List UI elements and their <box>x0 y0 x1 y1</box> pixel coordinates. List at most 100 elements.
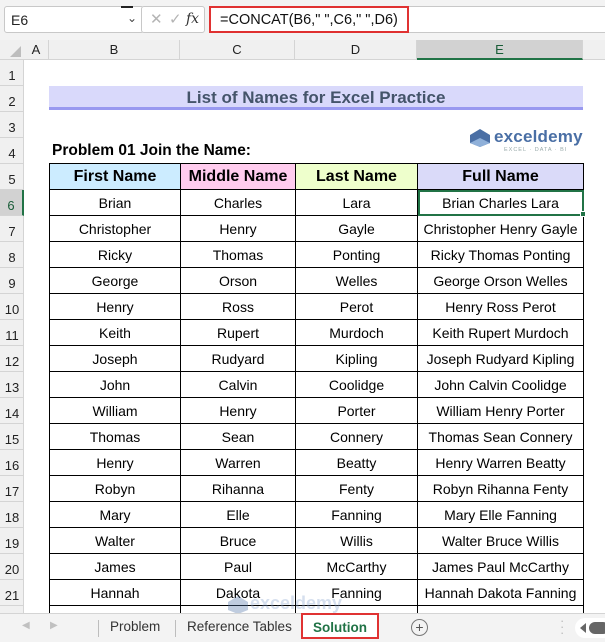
cell-last-name[interactable]: Porter <box>295 397 418 424</box>
cell-first-name[interactable]: Christopher <box>49 215 181 242</box>
cell-first-name[interactable]: William <box>49 397 181 424</box>
cell-first-name[interactable]: Robyn <box>49 475 181 502</box>
row-header-19[interactable]: 19 <box>0 528 24 554</box>
header-first-name[interactable]: First Name <box>49 163 181 190</box>
row-header-3[interactable]: 3 <box>0 112 24 138</box>
cell-last-name[interactable]: Beatty <box>295 449 418 476</box>
fill-handle[interactable] <box>580 211 586 217</box>
cell-middle-name[interactable]: Paul <box>180 553 296 580</box>
cell-last-name[interactable]: Perot <box>295 293 418 320</box>
row-header-17[interactable]: 17 <box>0 476 24 502</box>
cell-middle-name[interactable]: Warren <box>180 449 296 476</box>
horizontal-scrollbar[interactable] <box>575 618 605 638</box>
cell-first-name[interactable]: Brian <box>49 189 181 216</box>
row-header-5[interactable]: 5 <box>0 164 24 190</box>
row-header-9[interactable]: 9 <box>0 268 24 294</box>
insert-function-icon[interactable]: fx <box>186 11 199 27</box>
cell-middle-name[interactable]: Henry <box>180 215 296 242</box>
cell-full-name[interactable]: Henry Warren Beatty <box>417 449 584 476</box>
more-options-icon[interactable]: · · · <box>560 614 564 639</box>
cell-first-name[interactable]: James <box>49 553 181 580</box>
cell-middle-name[interactable]: Thomas <box>180 241 296 268</box>
cell-full-name[interactable]: Brian Charles Lara <box>417 189 584 216</box>
cell-full-name[interactable]: Hannah Dakota Fanning <box>417 579 584 606</box>
header-middle-name[interactable]: Middle Name <box>180 163 296 190</box>
tab-problem[interactable]: Problem <box>110 614 160 640</box>
column-header-c[interactable]: C <box>180 40 295 60</box>
row-header-21[interactable]: 21 <box>0 580 24 606</box>
row-header-6[interactable]: 6 <box>0 190 24 216</box>
cell-middle-name[interactable]: Rupert <box>180 319 296 346</box>
cell-last-name[interactable]: Ponting <box>295 241 418 268</box>
header-last-name[interactable]: Last Name <box>295 163 418 190</box>
row-header-16[interactable]: 16 <box>0 450 24 476</box>
cell-middle-name[interactable]: Orson <box>180 267 296 294</box>
column-header-a[interactable]: A <box>24 40 49 60</box>
row-header-15[interactable]: 15 <box>0 424 24 450</box>
cell-last-name[interactable]: Coolidge <box>295 371 418 398</box>
cell-middle-name[interactable]: Ross <box>180 293 296 320</box>
cell-middle-name[interactable]: Rihanna <box>180 475 296 502</box>
scroll-left-icon[interactable] <box>580 623 586 633</box>
cell-full-name[interactable]: Ricky Thomas Ponting <box>417 241 584 268</box>
row-header-12[interactable]: 12 <box>0 346 24 372</box>
cell-full-name[interactable]: William Henry Porter <box>417 397 584 424</box>
cell-first-name[interactable]: George <box>49 267 181 294</box>
cell-full-name[interactable]: Walter Bruce Willis <box>417 527 584 554</box>
cell-last-name[interactable]: Murdoch <box>295 319 418 346</box>
cell-last-name[interactable]: Fenty <box>295 475 418 502</box>
row-header-18[interactable]: 18 <box>0 502 24 528</box>
cell-last-name[interactable]: Lara <box>295 189 418 216</box>
cell-middle-name[interactable]: Charles <box>180 189 296 216</box>
cell-full-name[interactable]: Thomas Sean Connery <box>417 423 584 450</box>
cell-first-name[interactable]: Joseph <box>49 345 181 372</box>
cell-last-name[interactable]: Willis <box>295 527 418 554</box>
column-header-b[interactable]: B <box>49 40 180 60</box>
row-header-7[interactable]: 7 <box>0 216 24 242</box>
cell-first-name[interactable]: Ricky <box>49 241 181 268</box>
cell-middle-name[interactable]: Henry <box>180 397 296 424</box>
cell-first-name[interactable]: Keith <box>49 319 181 346</box>
tab-solution[interactable]: Solution <box>301 613 379 639</box>
scroll-tabs-right-icon[interactable]: ▶ <box>50 620 58 631</box>
chevron-down-icon[interactable]: ⌄ <box>127 11 137 25</box>
cell-middle-name[interactable]: Sean <box>180 423 296 450</box>
cell-full-name[interactable]: James Paul McCarthy <box>417 553 584 580</box>
tab-reference-tables[interactable]: Reference Tables <box>187 614 292 640</box>
header-full-name[interactable]: Full Name <box>417 163 584 190</box>
cell-first-name[interactable]: Henry <box>49 449 181 476</box>
cell-middle-name[interactable]: Bruce <box>180 527 296 554</box>
name-box[interactable]: E6 ⌄ <box>4 6 144 33</box>
row-header-1[interactable]: 1 <box>0 60 24 86</box>
cell-full-name[interactable]: John Calvin Coolidge <box>417 371 584 398</box>
cell-first-name[interactable]: Henry <box>49 293 181 320</box>
cell-last-name[interactable]: Connery <box>295 423 418 450</box>
cell-full-name[interactable]: Christopher Henry Gayle <box>417 215 584 242</box>
cell-first-name[interactable]: Hannah <box>49 579 181 606</box>
enter-icon[interactable]: ✓ <box>169 10 182 28</box>
cell-first-name[interactable]: John <box>49 371 181 398</box>
cell-full-name[interactable]: Joseph Rudyard Kipling <box>417 345 584 372</box>
column-header-d[interactable]: D <box>295 40 417 60</box>
cell-middle-name[interactable]: Calvin <box>180 371 296 398</box>
row-header-10[interactable]: 10 <box>0 294 24 320</box>
scroll-tabs-left-icon[interactable]: ◀ <box>22 620 30 631</box>
row-header-13[interactable]: 13 <box>0 372 24 398</box>
row-header-11[interactable]: 11 <box>0 320 24 346</box>
cell-middle-name[interactable]: Elle <box>180 501 296 528</box>
row-header-2[interactable]: 2 <box>0 86 24 112</box>
formula-input[interactable]: =CONCAT(B6," ",C6," ",D6) <box>209 6 409 33</box>
cell-full-name[interactable]: Robyn Rihanna Fenty <box>417 475 584 502</box>
cell-last-name[interactable]: McCarthy <box>295 553 418 580</box>
cell-last-name[interactable]: Gayle <box>295 215 418 242</box>
cell-full-name[interactable]: Mary Elle Fanning <box>417 501 584 528</box>
add-sheet-icon[interactable]: + <box>411 619 428 636</box>
cell-middle-name[interactable]: Rudyard <box>180 345 296 372</box>
row-header-8[interactable]: 8 <box>0 242 24 268</box>
cell-last-name[interactable]: Kipling <box>295 345 418 372</box>
cell-first-name[interactable]: Walter <box>49 527 181 554</box>
cell-full-name[interactable]: George Orson Welles <box>417 267 584 294</box>
select-all-button[interactable] <box>0 40 24 60</box>
cell-first-name[interactable]: Thomas <box>49 423 181 450</box>
row-header-4[interactable]: 4 <box>0 138 24 164</box>
